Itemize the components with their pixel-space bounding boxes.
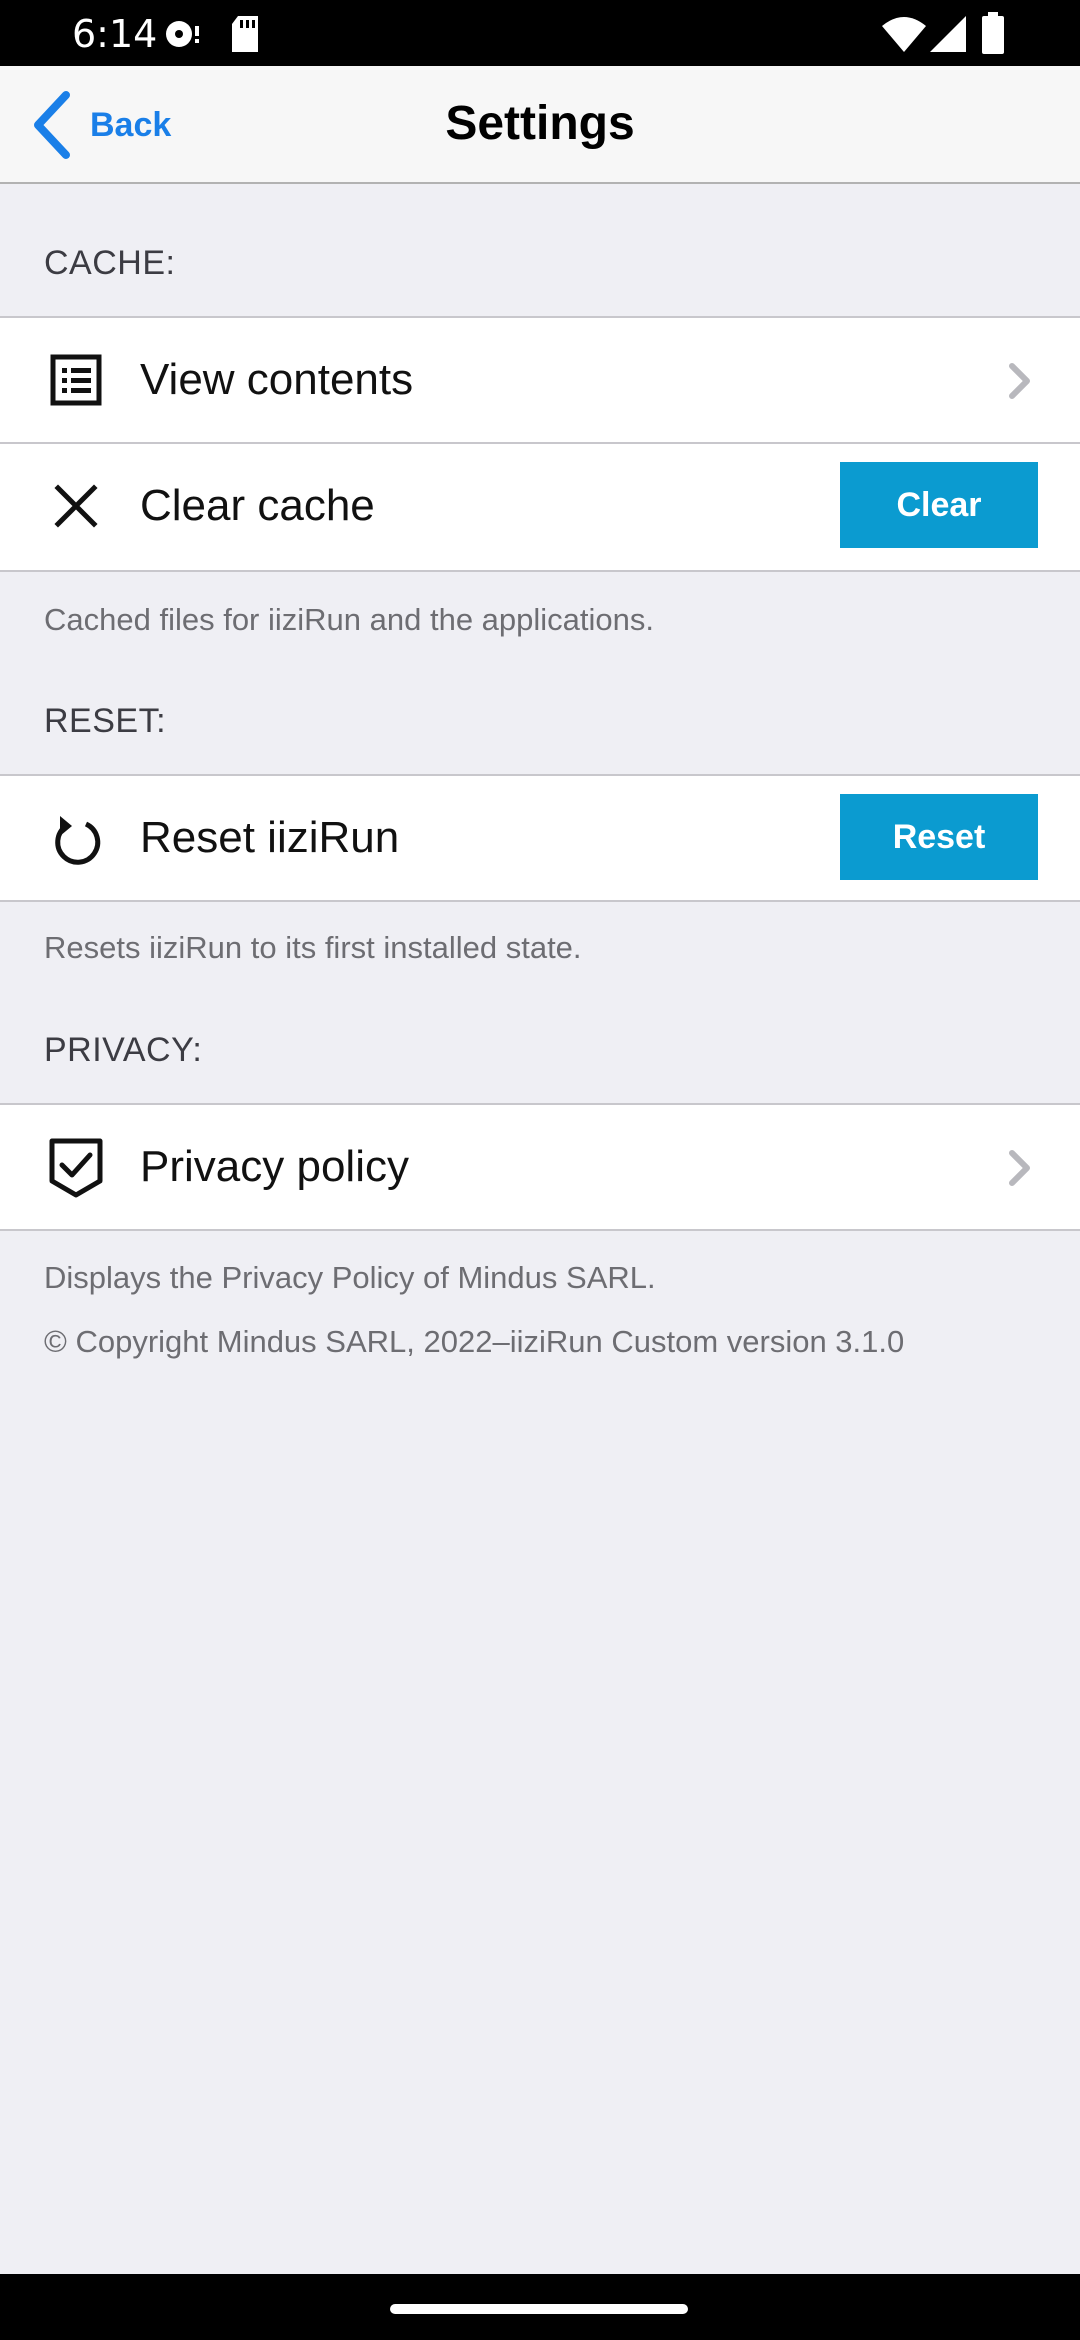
media-icon bbox=[166, 21, 199, 47]
signal-icon bbox=[930, 16, 966, 52]
clear-button[interactable]: Clear bbox=[840, 462, 1038, 548]
clear-cache-label: Clear cache bbox=[140, 481, 375, 530]
view-contents-label: View contents bbox=[140, 355, 414, 404]
chevron-right-icon bbox=[1009, 363, 1030, 399]
status-time: 6:14 bbox=[72, 12, 158, 56]
status-bar: 6:14 bbox=[0, 0, 1080, 66]
battery-icon bbox=[982, 12, 1004, 54]
view-contents-row[interactable]: View contents bbox=[0, 316, 1080, 444]
reset-button[interactable]: Reset bbox=[840, 794, 1038, 880]
privacy-policy-row[interactable]: Privacy policy bbox=[0, 1103, 1080, 1231]
shield-check-icon bbox=[49, 1138, 103, 1198]
reset-row: Reset iiziRun Reset bbox=[0, 774, 1080, 902]
chevron-right-icon bbox=[1009, 1150, 1030, 1186]
reset-label: Reset iiziRun bbox=[140, 813, 400, 862]
section-header-privacy: PRIVACY: bbox=[44, 1031, 203, 1069]
refresh-icon bbox=[55, 816, 101, 865]
copyright-text: © Copyright Mindus SARL, 2022–iiziRun Cu… bbox=[44, 1324, 905, 1359]
gesture-bar bbox=[0, 2274, 1080, 2340]
list-icon bbox=[50, 354, 102, 406]
section-header-cache: CACHE: bbox=[44, 244, 176, 282]
privacy-footer: Displays the Privacy Policy of Mindus SA… bbox=[44, 1260, 656, 1295]
home-indicator[interactable] bbox=[390, 2304, 688, 2314]
section-header-reset: RESET: bbox=[44, 702, 167, 740]
sd-card-icon bbox=[232, 16, 258, 52]
wifi-icon bbox=[882, 17, 926, 52]
navigation-bar: Back Settings bbox=[0, 66, 1080, 184]
reset-footer: Resets iiziRun to its first installed st… bbox=[44, 930, 582, 965]
close-icon bbox=[54, 484, 98, 528]
page-title: Settings bbox=[445, 97, 635, 150]
cache-footer: Cached files for iiziRun and the applica… bbox=[44, 602, 655, 637]
clear-cache-row: Clear cache Clear bbox=[0, 444, 1080, 572]
privacy-policy-label: Privacy policy bbox=[140, 1142, 409, 1191]
